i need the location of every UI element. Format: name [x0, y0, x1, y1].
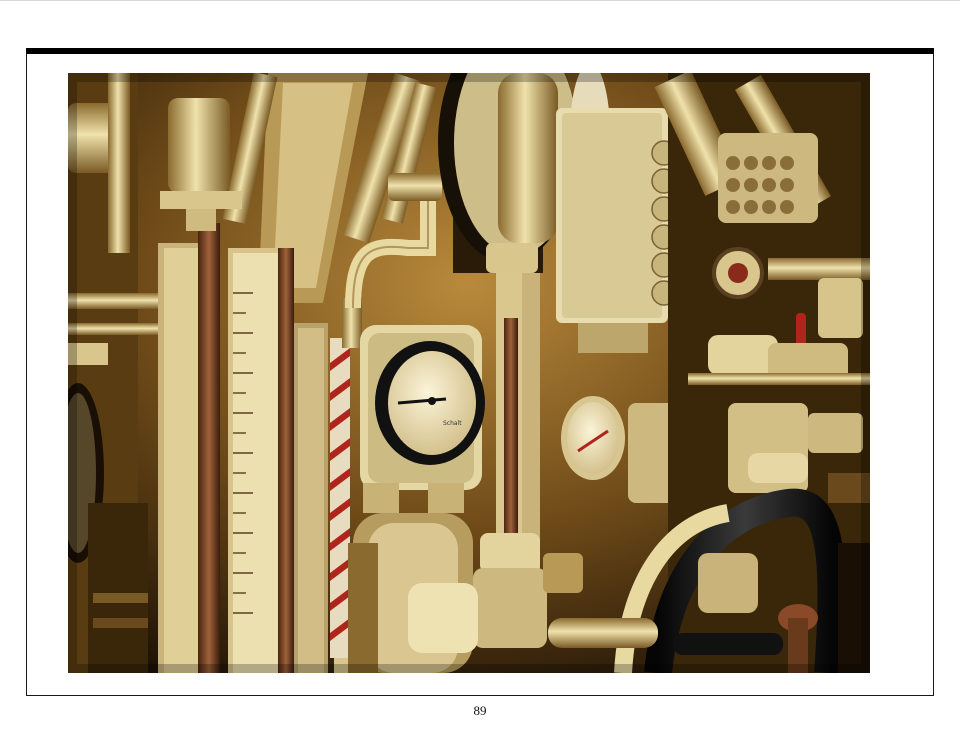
round-gauge: Schalt: [360, 325, 485, 513]
top-divider: [0, 0, 960, 1]
valve-fitting: [388, 173, 442, 201]
page-number: 89: [473, 703, 487, 718]
junction-box: [556, 108, 677, 353]
gauge-text: Schalt: [443, 420, 462, 427]
lower-elbow: [348, 513, 478, 673]
machinery-photo: Schalt: [68, 73, 870, 673]
